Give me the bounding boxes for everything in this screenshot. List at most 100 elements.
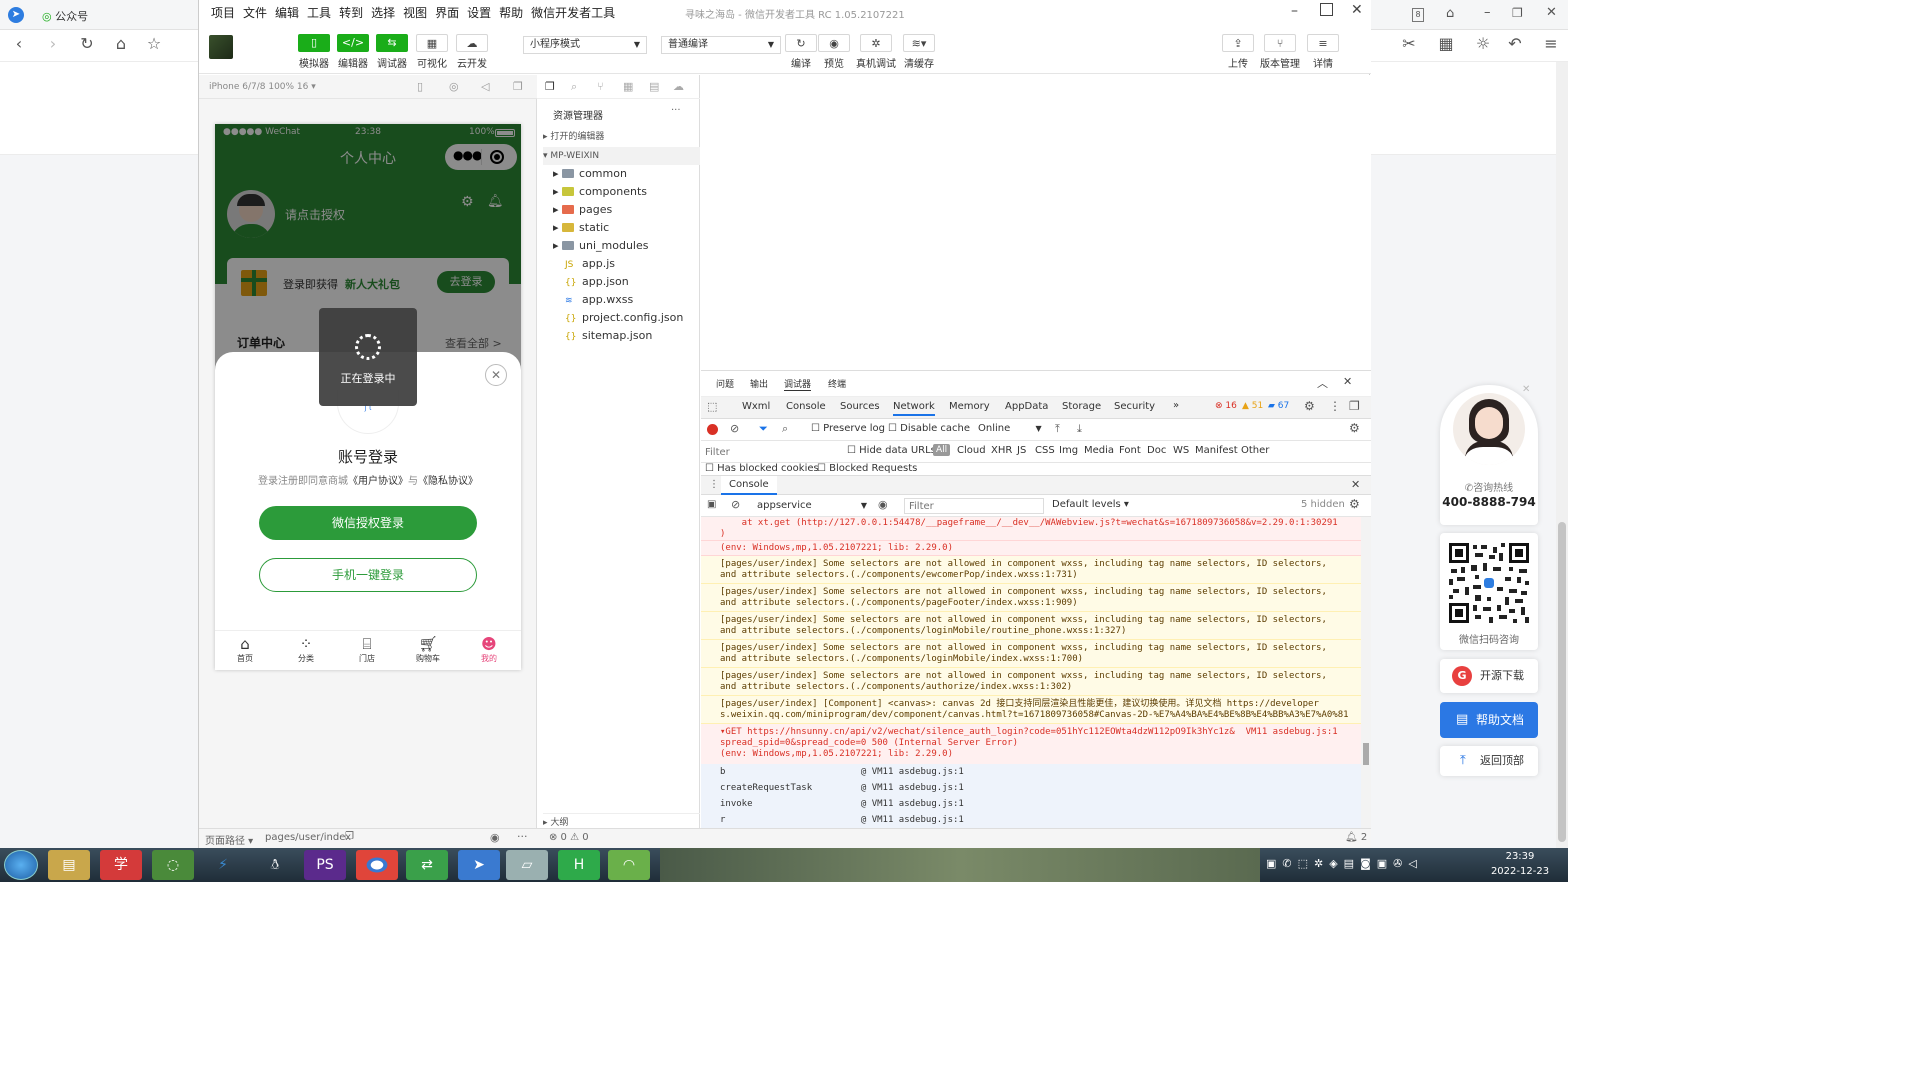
cloud-button[interactable]: ☁ 云开发: [455, 34, 489, 70]
version-button[interactable]: ⑂ 版本管理: [1260, 34, 1300, 70]
more-icon[interactable]: ···: [671, 105, 681, 116]
browser-scrollbar[interactable]: [1556, 62, 1568, 848]
cloud-icon[interactable]: ☁: [673, 80, 684, 93]
phone-frame-icon[interactable]: ▯: [417, 75, 423, 99]
minimize-icon[interactable]: –: [1484, 5, 1491, 20]
search-icon[interactable]: ⌕: [782, 422, 788, 436]
tab-problems[interactable]: 问题: [716, 377, 734, 390]
file-project-config[interactable]: {} project.config.json: [565, 309, 683, 327]
console-scrollbar[interactable]: [1361, 517, 1371, 829]
panel-security[interactable]: Security: [1114, 401, 1155, 412]
copy-icon[interactable]: ❐: [345, 831, 354, 842]
folder-components[interactable]: ▸ components: [553, 183, 647, 201]
eye-icon[interactable]: ◉: [490, 831, 500, 844]
debugger-button[interactable]: ⇆ 调试器: [375, 34, 409, 70]
panel-console[interactable]: Console: [786, 401, 826, 412]
page-path-label[interactable]: 页面路径 ▾: [205, 832, 253, 847]
type-filter-font[interactable]: Font: [1119, 445, 1141, 456]
browser-tab[interactable]: ◎ 公众号: [42, 8, 88, 24]
blocked-requests-checkbox[interactable]: ☐ Blocked Requests: [817, 463, 917, 474]
stack-frame[interactable]: createRequestTask @ VM11 asdebug.js:1: [701, 780, 1361, 796]
menu-interface[interactable]: 界面: [431, 0, 463, 26]
problems-status[interactable]: ⊗ 0 ⚠ 0: [549, 832, 589, 843]
system-tray-icons[interactable]: ▣✆⬚✲◈▤◙▣✇◁: [1266, 857, 1423, 870]
apps-icon[interactable]: ▦: [1435, 34, 1457, 54]
project-section[interactable]: ▾ MP-WEIXIN: [543, 147, 700, 165]
hide-data-urls-checkbox[interactable]: ☐ Hide data URLs: [847, 445, 936, 456]
menu-devtools[interactable]: 微信开发者工具: [527, 0, 619, 26]
mode-select[interactable]: 小程序模式 ▼: [523, 36, 647, 54]
phone-login-button[interactable]: 手机一键登录: [259, 558, 477, 592]
editor-button[interactable]: </> 编辑器: [336, 34, 370, 70]
popout-icon[interactable]: ❐: [513, 75, 523, 99]
close-icon[interactable]: ✕: [1546, 5, 1557, 20]
git-icon[interactable]: ⑂: [597, 80, 604, 93]
wechat-login-button[interactable]: 微信授权登录: [259, 506, 477, 540]
tab-mine[interactable]: ☻ 我的: [469, 635, 509, 664]
export-icon[interactable]: ⤓: [1077, 422, 1082, 436]
close-icon[interactable]: ✕: [485, 364, 507, 386]
visual-button[interactable]: ▦ 可视化: [415, 34, 449, 70]
menu-select[interactable]: 选择: [367, 0, 399, 26]
scissors-icon[interactable]: ✂: [1398, 34, 1420, 54]
type-filter-media[interactable]: Media: [1084, 445, 1114, 456]
more-icon[interactable]: ···: [517, 830, 528, 843]
panel-sources[interactable]: Sources: [840, 401, 880, 412]
file-sitemap[interactable]: {} sitemap.json: [565, 327, 652, 345]
shirt-icon[interactable]: ⌂: [1446, 6, 1454, 21]
tab-cart[interactable]: 🛒︎ 购物车: [408, 635, 448, 664]
win-minimize-icon[interactable]: –: [1291, 3, 1298, 19]
menu-view[interactable]: 视图: [399, 0, 431, 26]
kebab-menu-icon[interactable]: ⋮: [1329, 399, 1341, 413]
file-app-js[interactable]: JS app.js: [565, 255, 615, 273]
type-filter-ws[interactable]: WS: [1173, 445, 1189, 456]
type-filter-js[interactable]: JS: [1017, 445, 1026, 456]
real-debug-button[interactable]: ✲ 真机调试: [856, 34, 896, 70]
sync-app[interactable]: ⇄: [406, 850, 448, 880]
phpstorm-app[interactable]: PS: [304, 850, 346, 880]
console-filter-input[interactable]: [904, 498, 1044, 514]
qq-app[interactable]: 🐧︎: [254, 850, 296, 880]
panel-more[interactable]: »: [1173, 400, 1179, 411]
tab-debugger[interactable]: 调试器: [784, 377, 812, 391]
panel-appdata[interactable]: AppData: [1005, 401, 1048, 412]
menu-tools[interactable]: 工具: [303, 0, 335, 26]
notification-badge[interactable]: 🔔︎ 2: [1345, 832, 1367, 843]
console-line-request-error[interactable]: ▾GET https://hnsunny.cn/api/v2/wechat/si…: [701, 724, 1361, 764]
network-filter-input[interactable]: [705, 444, 837, 460]
refresh-icon[interactable]: ↻: [76, 34, 98, 54]
close-drawer-icon[interactable]: ✕: [1351, 478, 1360, 491]
tab-category[interactable]: ⁘ 分类: [286, 635, 326, 664]
file-app-wxss[interactable]: ≋ app.wxss: [565, 291, 633, 309]
filter-icon[interactable]: ⏷: [759, 422, 768, 436]
tab-output[interactable]: 输出: [750, 377, 768, 390]
folder-static[interactable]: ▸ static: [553, 219, 609, 237]
win-maximize-icon[interactable]: [1320, 3, 1333, 16]
search-icon[interactable]: ⌕: [571, 80, 577, 94]
type-filter-other[interactable]: Other: [1241, 445, 1269, 456]
open-editors-section[interactable]: ▸ 打开的编辑器: [543, 128, 604, 146]
feather-app[interactable]: ⚡: [202, 850, 244, 880]
clear-console-icon[interactable]: ⊘: [731, 498, 740, 511]
panel-network[interactable]: Network: [893, 401, 935, 416]
type-filter-cloud[interactable]: Cloud: [957, 445, 986, 456]
clock-time[interactable]: 23:39: [1488, 851, 1552, 862]
details-button[interactable]: ≡ 详情: [1306, 34, 1340, 70]
drawer-menu-icon[interactable]: ⋮: [709, 479, 719, 490]
stack-frame[interactable]: invoke @ VM11 asdebug.js:1: [701, 796, 1361, 812]
inspect-icon[interactable]: ⬚: [707, 400, 717, 413]
clock-date[interactable]: 2022-12-23: [1488, 866, 1552, 877]
consult-widget[interactable]: ✆咨询热线 400-8888-794: [1440, 385, 1538, 525]
simulator-button[interactable]: ▯ 模拟器: [297, 34, 331, 70]
files-icon[interactable]: ❐: [545, 80, 555, 93]
sidebar-toggle-icon[interactable]: ▣: [707, 499, 716, 510]
stack-frame[interactable]: b @ VM11 asdebug.js:1: [701, 764, 1361, 780]
device-select[interactable]: iPhone 6/7/8 100% 16 ▾: [209, 82, 316, 92]
clear-icon[interactable]: ⊘: [730, 422, 739, 435]
disable-cache-checkbox[interactable]: ☐ Disable cache: [888, 423, 970, 434]
menu-goto[interactable]: 转到: [335, 0, 367, 26]
preview-button[interactable]: ◉ 预览: [817, 34, 851, 70]
devtools-app[interactable]: ◠: [608, 850, 650, 880]
forward-icon[interactable]: ›: [42, 34, 64, 54]
open-source-download-button[interactable]: G 开源下载: [1440, 659, 1538, 693]
